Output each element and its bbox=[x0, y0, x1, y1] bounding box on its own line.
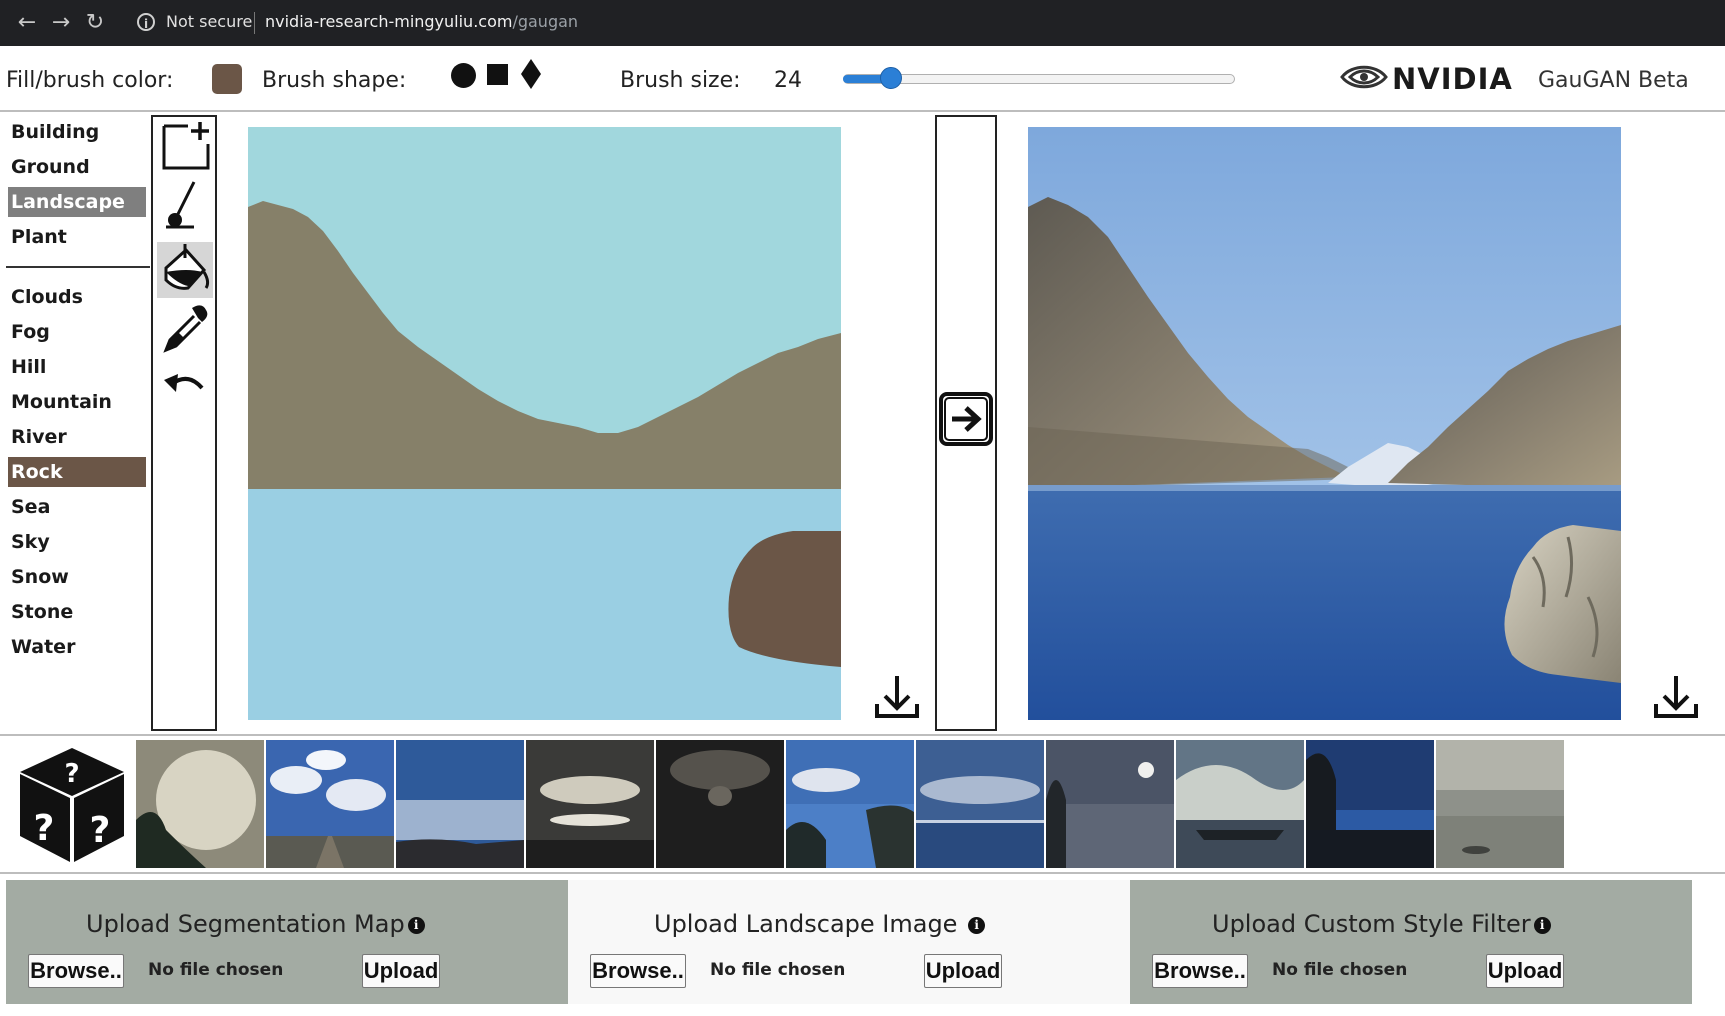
paint-bucket-icon[interactable] bbox=[158, 242, 212, 296]
upload-landscape-button[interactable]: Upload bbox=[924, 954, 1002, 988]
eyedropper-icon[interactable] bbox=[158, 302, 212, 356]
nvidia-logo: NVIDIA bbox=[1392, 62, 1513, 96]
style-thumbnail-1[interactable] bbox=[136, 740, 264, 868]
svg-text:?: ? bbox=[90, 810, 111, 851]
segmentation-file-status: No file chosen bbox=[148, 960, 284, 980]
brush-square-icon[interactable] bbox=[487, 64, 508, 85]
label-item-ground[interactable]: Ground bbox=[8, 152, 146, 182]
browse-landscape-button[interactable]: Browse.. bbox=[590, 954, 686, 988]
info-icon[interactable]: i bbox=[407, 916, 425, 934]
label-item-building[interactable]: Building bbox=[8, 117, 146, 147]
upload-style-filter-title: Upload Custom Style Filter i bbox=[1212, 910, 1551, 938]
upload-segmentation-title: Upload Segmentation Map i bbox=[86, 910, 425, 938]
address-separator bbox=[254, 12, 255, 34]
fill-color-swatch[interactable] bbox=[212, 64, 242, 94]
forward-icon[interactable]: → bbox=[48, 10, 74, 36]
brush-shape-label: Brush shape: bbox=[262, 68, 407, 93]
address-domain: nvidia-research-mingyuliu.com bbox=[265, 12, 513, 31]
label-item-mountain[interactable]: Mountain bbox=[8, 387, 146, 417]
upload-segmentation-title-text: Upload Segmentation Map bbox=[86, 910, 405, 938]
style-thumbnail-3[interactable] bbox=[396, 740, 524, 868]
security-status: Not secure bbox=[166, 12, 253, 31]
upload-style-filter-panel: Upload Custom Style Filter i Browse.. No … bbox=[1130, 880, 1692, 1004]
label-item-fog[interactable]: Fog bbox=[8, 317, 146, 347]
label-item-water[interactable]: Water bbox=[8, 632, 146, 662]
label-item-hill[interactable]: Hill bbox=[8, 352, 146, 382]
info-icon[interactable]: i bbox=[137, 13, 155, 31]
brush-size-label: Brush size: bbox=[620, 68, 741, 93]
landscape-file-status: No file chosen bbox=[710, 960, 846, 980]
label-item-plant[interactable]: Plant bbox=[8, 222, 146, 252]
style-thumbnail-10[interactable] bbox=[1306, 740, 1434, 868]
random-style-dice-icon[interactable]: ? ? ? bbox=[16, 744, 128, 866]
info-icon[interactable]: i bbox=[1533, 916, 1551, 934]
style-thumbnail-4[interactable] bbox=[526, 740, 654, 868]
browser-bar: ← → ↻ i Not secure nvidia-research-mingy… bbox=[0, 0, 1725, 46]
segmentation-canvas[interactable] bbox=[248, 127, 841, 720]
label-item-rock[interactable]: Rock bbox=[8, 457, 146, 487]
upload-style-filter-button[interactable]: Upload bbox=[1486, 954, 1564, 988]
style-thumbnail-7[interactable] bbox=[916, 740, 1044, 868]
upload-landscape-panel: Upload Landscape Image i Browse.. No fil… bbox=[568, 880, 1130, 1004]
label-item-sea[interactable]: Sea bbox=[8, 492, 146, 522]
brush-size-value: 24 bbox=[774, 68, 802, 93]
undo-icon[interactable] bbox=[158, 362, 212, 416]
browse-style-filter-button[interactable]: Browse.. bbox=[1152, 954, 1248, 988]
browse-segmentation-button[interactable]: Browse.. bbox=[28, 954, 124, 988]
info-icon[interactable]: i bbox=[968, 916, 986, 934]
brush-diamond-icon[interactable] bbox=[520, 59, 542, 89]
reload-icon[interactable]: ↻ bbox=[82, 10, 108, 36]
label-list: Building Ground Landscape Plant Clouds F… bbox=[0, 112, 150, 732]
svg-text:?: ? bbox=[64, 759, 79, 789]
address-bar[interactable]: nvidia-research-mingyuliu.com/gaugan bbox=[265, 12, 578, 31]
label-item-sky[interactable]: Sky bbox=[8, 527, 146, 557]
label-item-snow[interactable]: Snow bbox=[8, 562, 146, 592]
style-thumbnail-11[interactable] bbox=[1436, 740, 1564, 868]
style-thumbnail-8[interactable] bbox=[1046, 740, 1174, 868]
style-thumbnail-5[interactable] bbox=[656, 740, 784, 868]
download-output-icon[interactable] bbox=[1652, 674, 1700, 720]
convert-button[interactable] bbox=[938, 391, 994, 447]
label-divider bbox=[6, 266, 150, 268]
nvidia-eye-icon bbox=[1340, 65, 1388, 89]
back-icon[interactable]: ← bbox=[14, 10, 40, 36]
app-title: GauGAN Beta bbox=[1538, 68, 1689, 93]
upload-segmentation-panel: Upload Segmentation Map i Browse.. No fil… bbox=[6, 880, 568, 1004]
style-thumbnail-2[interactable] bbox=[266, 740, 394, 868]
new-canvas-icon[interactable] bbox=[158, 118, 212, 172]
toolbar: Fill/brush color: Brush shape: Brush siz… bbox=[0, 46, 1725, 112]
upload-landscape-title: Upload Landscape Image i bbox=[654, 910, 986, 938]
brush-icon[interactable] bbox=[158, 178, 212, 232]
label-item-stone[interactable]: Stone bbox=[8, 597, 146, 627]
brush-circle-icon[interactable] bbox=[451, 63, 476, 88]
label-item-clouds[interactable]: Clouds bbox=[8, 282, 146, 312]
generated-output-image bbox=[1028, 127, 1621, 720]
upload-segmentation-button[interactable]: Upload bbox=[362, 954, 440, 988]
style-filter-file-status: No file chosen bbox=[1272, 960, 1408, 980]
label-item-landscape[interactable]: Landscape bbox=[8, 187, 146, 217]
upload-landscape-title-text: Upload Landscape Image bbox=[654, 910, 958, 938]
address-path: /gaugan bbox=[512, 12, 579, 31]
upload-style-filter-title-text: Upload Custom Style Filter bbox=[1212, 910, 1531, 938]
label-item-river[interactable]: River bbox=[8, 422, 146, 452]
svg-text:?: ? bbox=[34, 808, 55, 849]
style-thumbnail-6[interactable] bbox=[786, 740, 914, 868]
style-thumbnail-9[interactable] bbox=[1176, 740, 1304, 868]
download-segmentation-icon[interactable] bbox=[873, 674, 921, 720]
fill-color-label: Fill/brush color: bbox=[6, 68, 174, 93]
brush-size-slider-thumb[interactable] bbox=[880, 67, 902, 89]
